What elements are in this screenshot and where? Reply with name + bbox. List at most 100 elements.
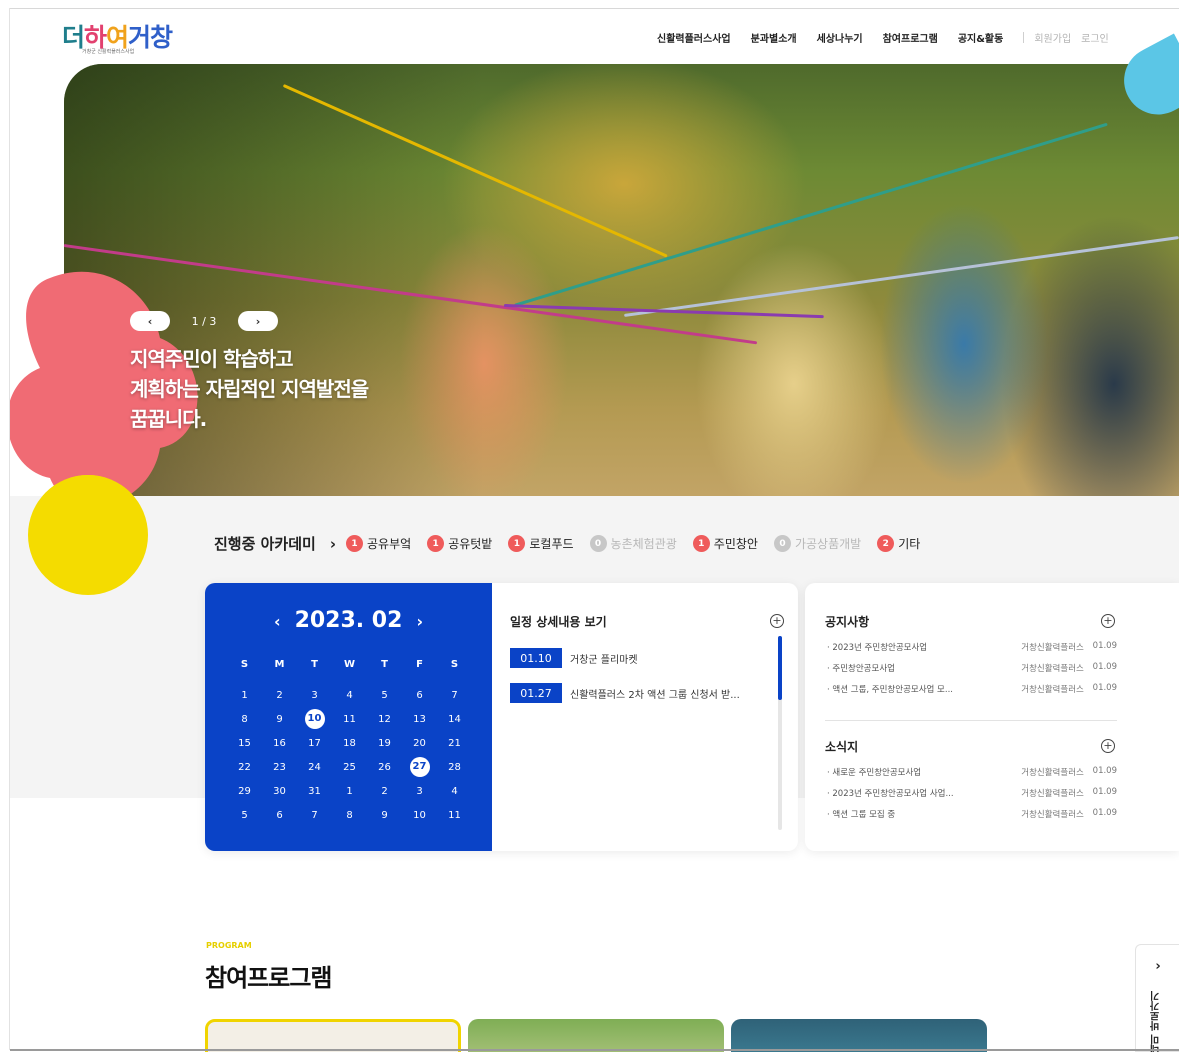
section-eyebrow: PROGRAM [206, 941, 252, 950]
calendar-day[interactable]: 22 [227, 762, 262, 773]
calendar-day[interactable]: 12 [367, 714, 402, 725]
section-title: 참여프로그램 [205, 964, 332, 992]
calendar-day[interactable]: 31 [297, 786, 332, 797]
calendar-day[interactable]: 10 [402, 810, 437, 821]
calendar-day[interactable]: 29 [227, 786, 262, 797]
schedule-text: 신활력플러스 2차 액션 그룹 신청서 받... [570, 689, 740, 701]
calendar-day[interactable]: 3 [402, 786, 437, 797]
schedule-more-plus-icon[interactable]: + [770, 614, 784, 628]
calendar-day[interactable]: 19 [367, 738, 402, 749]
calendar-day[interactable]: 11 [332, 714, 367, 725]
calendar-grid: S M T W T F S 1 2 3 4 5 6 7 8 9 10 11 12 13 14 15 16 17 18 19 20 21… [227, 645, 472, 827]
divider [825, 720, 1117, 721]
nav-item-notices[interactable]: 공지&활동 [958, 30, 1004, 45]
calendar-day[interactable]: 2 [262, 690, 297, 701]
notice-row[interactable]: · 2023년 주민창안공모사업 거창신활력플러스 01.09 [827, 641, 1117, 653]
calendar-month-label: 2023. 02 [294, 608, 403, 633]
calendar-day[interactable]: 11 [437, 810, 472, 821]
calendar-day[interactable]: 8 [227, 714, 262, 725]
calendar-day[interactable]: 7 [437, 690, 472, 701]
calendar-day[interactable]: 21 [437, 738, 472, 749]
nav-item-subcommittee[interactable]: 분과별소개 [751, 30, 797, 45]
calendar-day[interactable]: 24 [297, 762, 332, 773]
calendar-day[interactable]: 15 [227, 738, 262, 749]
chevron-right-icon[interactable]: › [330, 535, 336, 553]
scrollbar-thumb[interactable] [778, 636, 782, 700]
top-border [10, 8, 1179, 9]
academy-item-rural-tourism[interactable]: 0 농촌체험관광 [589, 535, 677, 552]
chevron-right-icon: › [255, 314, 261, 328]
bottom-border [10, 1049, 1179, 1051]
calendar-day[interactable]: 25 [332, 762, 367, 773]
rope [503, 304, 824, 319]
calendar-day[interactable]: 7 [297, 810, 332, 821]
calendar-day[interactable]: 6 [402, 690, 437, 701]
side-tab-label: 아카데미 바로가기 [1151, 991, 1162, 1052]
calendar-day[interactable]: 23 [262, 762, 297, 773]
signup-link[interactable]: 회원가입 [1034, 30, 1071, 45]
calendar-day[interactable]: 16 [262, 738, 297, 749]
nav-divider [1023, 32, 1025, 43]
calendar-day[interactable]: 4 [437, 786, 472, 797]
nav-item-programs[interactable]: 참여프로그램 [883, 30, 938, 45]
nav-item-vitality-plus[interactable]: 신활력플러스사업 [657, 30, 731, 45]
calendar-day[interactable]: 17 [297, 738, 332, 749]
academy-item-resident-idea[interactable]: 1 주민창안 [692, 535, 758, 552]
calendar-day[interactable]: 20 [402, 738, 437, 749]
slide-counter: 1 / 3 [191, 314, 217, 328]
calendar-day[interactable]: 1 [332, 786, 367, 797]
notice-more-plus-icon[interactable]: + [1101, 614, 1115, 628]
academy-item-shared-kitchen[interactable]: 1 공유부엌 [346, 535, 411, 552]
notice-title: 공지사항 [825, 615, 870, 629]
calendar-day[interactable]: 3 [297, 690, 332, 701]
calendar-header: ‹ 2023. 02 › [205, 608, 492, 633]
academy-side-tab[interactable]: › 아카데미 바로가기 [1135, 944, 1179, 1052]
academy-item-product-dev[interactable]: 0 가공상품개발 [773, 535, 861, 552]
calendar-day[interactable]: 28 [437, 762, 472, 773]
notice-card: 공지사항 + · 2023년 주민창안공모사업 거창신활력플러스 01.09 · 주… [805, 583, 1179, 851]
news-row[interactable]: · 액션 그룹 모집 중 거창신활력플러스 01.09 [827, 808, 1117, 820]
weekday-label: T [381, 658, 388, 670]
calendar-day[interactable]: 5 [367, 690, 402, 701]
slide-next-button[interactable]: › [238, 311, 278, 331]
calendar-day[interactable]: 10 [297, 709, 332, 729]
news-row[interactable]: · 2023년 주민창안공모사업 사업... 거창신활력플러스 01.09 [827, 787, 1117, 799]
yellow-circle-decoration [28, 475, 148, 595]
calendar-day[interactable]: 6 [262, 810, 297, 821]
news-row[interactable]: · 새로운 주민창안공모사업 거창신활력플러스 01.09 [827, 766, 1117, 778]
calendar-day[interactable]: 26 [367, 762, 402, 773]
schedule-scrollbar[interactable] [778, 636, 782, 830]
calendar-prev-button[interactable]: ‹ [274, 612, 281, 631]
calendar-day[interactable]: 27 [402, 757, 437, 777]
calendar-day[interactable]: 30 [262, 786, 297, 797]
notice-row[interactable]: · 주민창안공모사업 거창신활력플러스 01.09 [827, 662, 1117, 674]
site-logo[interactable]: 더하여거창 거창군 신활력플러스사업 [62, 18, 202, 58]
calendar-day[interactable]: 5 [227, 810, 262, 821]
academy-item-shared-garden[interactable]: 1 공유텃밭 [427, 535, 492, 552]
login-link[interactable]: 로그인 [1081, 30, 1109, 45]
count-badge: 1 [692, 535, 710, 552]
calendar-day[interactable]: 8 [332, 810, 367, 821]
slider-controls: ‹ 1 / 3 › [130, 311, 278, 331]
slide-prev-button[interactable]: ‹ [130, 311, 170, 331]
weekday-label: W [343, 658, 356, 670]
calendar-day[interactable]: 2 [367, 786, 402, 797]
schedule-item[interactable]: 01.10 거창군 플리마켓 [510, 648, 638, 668]
calendar-next-button[interactable]: › [416, 612, 423, 631]
news-more-plus-icon[interactable]: + [1101, 739, 1115, 753]
program-card[interactable] [731, 1019, 987, 1052]
schedule-item[interactable]: 01.27 신활력플러스 2차 액션 그룹 신청서 받... [510, 683, 740, 703]
nav-item-sharing[interactable]: 세상나누기 [817, 30, 863, 45]
calendar-day[interactable]: 9 [367, 810, 402, 821]
program-card[interactable] [468, 1019, 724, 1052]
calendar-day[interactable]: 9 [262, 714, 297, 725]
notice-row[interactable]: · 액션 그룹, 주민창안공모사업 모... 거창신활력플러스 01.09 [827, 683, 1117, 695]
calendar-day[interactable]: 13 [402, 714, 437, 725]
academy-item-local-food[interactable]: 1 로컬푸드 [508, 535, 574, 552]
calendar-day[interactable]: 1 [227, 690, 262, 701]
calendar-day[interactable]: 14 [437, 714, 472, 725]
academy-item-other[interactable]: 2 기타 [877, 535, 920, 552]
calendar-day[interactable]: 18 [332, 738, 367, 749]
program-card[interactable] [205, 1019, 461, 1052]
calendar-day[interactable]: 4 [332, 690, 367, 701]
